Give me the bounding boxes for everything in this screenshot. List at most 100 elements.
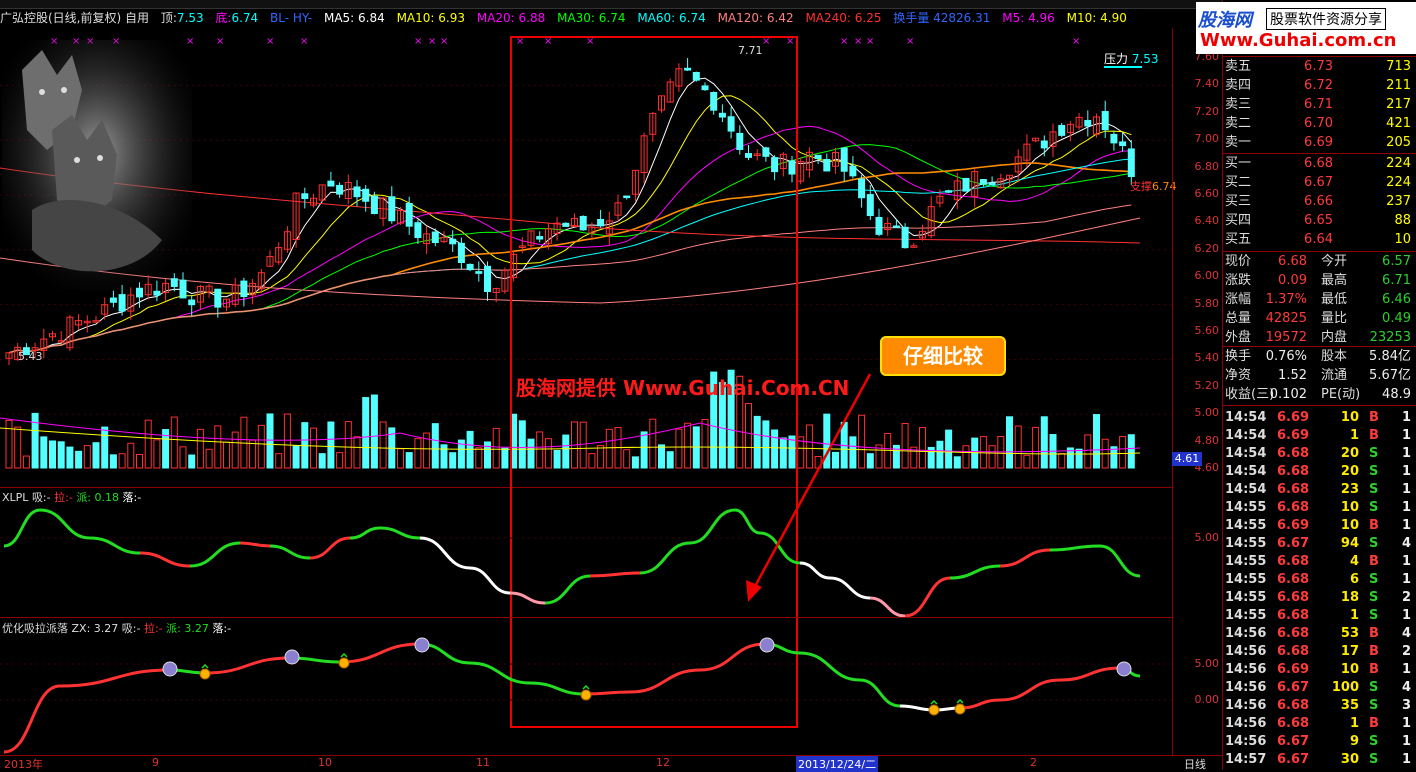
xlpl-segment — [999, 548, 1051, 568]
zx-segment — [1059, 666, 1121, 682]
volume-bar — [936, 440, 944, 469]
candle-body — [327, 180, 335, 187]
ask-row: 卖二 6.70 421 — [1225, 116, 1411, 131]
zx-segment — [339, 642, 421, 664]
tick-row: 14:56 6.67 100 S 4 — [1225, 680, 1411, 695]
volume-bar — [1127, 434, 1135, 469]
price-tick: 6.80 — [1194, 159, 1220, 173]
volume-bar — [1032, 426, 1040, 469]
candle-body — [858, 178, 866, 199]
volume-bar — [901, 422, 909, 469]
volume-bar — [101, 426, 109, 469]
volume-bar — [40, 436, 48, 469]
zx-line — [3, 642, 1141, 754]
price-tick: 4.80 — [1194, 433, 1220, 447]
volume-bar — [179, 446, 187, 469]
volume-bar — [414, 438, 422, 469]
quote-row: 总量 42825 量比 0.49 — [1225, 311, 1411, 326]
candle-body — [849, 165, 857, 177]
candle-body — [1058, 124, 1066, 136]
buy-signal-icon — [338, 657, 350, 669]
candle-body — [823, 158, 831, 172]
sell-signal-icon — [759, 637, 775, 653]
buy-signal-icon — [199, 668, 211, 680]
volume-bar — [988, 445, 996, 469]
low-price-mark: 5.43 — [18, 350, 43, 363]
signal-mark: × — [266, 36, 274, 47]
candle-body — [370, 195, 378, 214]
xlpl-segment — [349, 526, 381, 540]
zx-segment — [469, 661, 531, 685]
volume-bar — [14, 426, 22, 469]
candle-body — [118, 294, 126, 312]
extra-label: BL- HY- — [270, 11, 313, 25]
bid-row: 买三 6.66 237 — [1225, 194, 1411, 209]
signal-mark: × — [428, 36, 436, 47]
candle-body — [1110, 133, 1118, 144]
candle-body — [336, 184, 344, 195]
m10-value: M10: 4.90 — [1066, 11, 1127, 25]
panel-separator — [1223, 346, 1416, 347]
tick-row: 14:55 6.67 94 S 4 — [1225, 536, 1411, 551]
xlpl-segment — [509, 591, 546, 605]
candle-body — [1127, 148, 1135, 178]
xlpl-indicator-panel[interactable] — [0, 488, 1172, 618]
xlpl-segment — [639, 541, 691, 575]
price-tick: 5.80 — [1194, 296, 1220, 310]
volume-bar — [501, 447, 509, 469]
volume-bar — [109, 454, 117, 469]
date-label-11: 11 — [476, 756, 490, 769]
tick-row: 14:56 6.68 17 B 2 — [1225, 644, 1411, 659]
buy-signal-leaf — [582, 684, 590, 690]
candle-body — [945, 190, 953, 193]
volume-bar — [1075, 448, 1083, 469]
callout-arrow — [746, 373, 872, 602]
date-label-9: 9 — [152, 756, 159, 769]
zx-segment — [959, 698, 1001, 710]
buy-signal-icon — [580, 689, 592, 701]
zx-tick: 0.00 — [1194, 693, 1220, 706]
buy-signal-leaf — [930, 699, 938, 705]
zx-indicator-panel[interactable] — [0, 618, 1172, 755]
candle-body — [188, 299, 196, 306]
volume-bar — [475, 447, 483, 469]
signal-mark: × — [906, 36, 914, 47]
quote-panel: 卖五 6.73 713 卖四 6.72 211 卖三 6.71 217 卖二 6.70 421 卖一 6.… — [1222, 0, 1416, 770]
price-tick: 7.00 — [1194, 132, 1220, 146]
tick-row: 14:56 6.69 10 B 1 — [1225, 662, 1411, 677]
volume-bar — [283, 413, 291, 469]
quote-row: 外盘 19572 内盘 23253 — [1225, 330, 1411, 345]
candle-body — [457, 242, 465, 263]
candle-body — [109, 297, 117, 303]
signal-mark: × — [216, 36, 224, 47]
buy-signal-icon — [928, 704, 940, 716]
volume-bar — [431, 423, 439, 469]
price-tick: 5.00 — [1194, 406, 1220, 420]
ma60-value: MA60: 6.74 — [637, 11, 706, 25]
price-tick: 7.40 — [1194, 77, 1220, 91]
volume-bar — [1014, 425, 1022, 469]
chart-header: 广弘控股(日线,前复权) 自用 顶:7.53 底:6.74 BL- HY- MA… — [0, 8, 1172, 28]
zx-header: 优化吸拉派落 ZX: 3.27 吸:- 拉:- 派: 3.27 落:- — [2, 622, 232, 635]
zx-segment — [584, 690, 631, 696]
zx-segment — [3, 684, 61, 754]
signal-mark: × — [854, 36, 862, 47]
candle-body — [814, 154, 822, 160]
volume-bar — [266, 413, 274, 469]
candle-body — [1119, 141, 1127, 147]
ask-row: 卖三 6.71 217 — [1225, 97, 1411, 112]
volume-bar — [231, 431, 239, 469]
volume-bar — [310, 427, 317, 469]
xlpl-segment — [419, 536, 471, 570]
price-tick: 6.40 — [1194, 214, 1220, 228]
tick-row: 14:55 6.68 6 S 1 — [1225, 572, 1411, 587]
tick-row: 14:56 6.68 35 S 3 — [1225, 698, 1411, 713]
volume-bar — [449, 452, 457, 469]
bid-row: 买二 6.67 224 — [1225, 175, 1411, 190]
volume-bar — [66, 446, 74, 469]
price-axis: 7.60 7.40 7.20 7.00 6.80 6.60 6.40 6.20 6.00 5.80… — [1172, 28, 1223, 755]
bid-row: 买四 6.65 88 — [1225, 213, 1411, 228]
xlpl-segment — [1049, 544, 1101, 552]
volume-bar — [1093, 414, 1100, 469]
volume-bar — [127, 442, 135, 469]
